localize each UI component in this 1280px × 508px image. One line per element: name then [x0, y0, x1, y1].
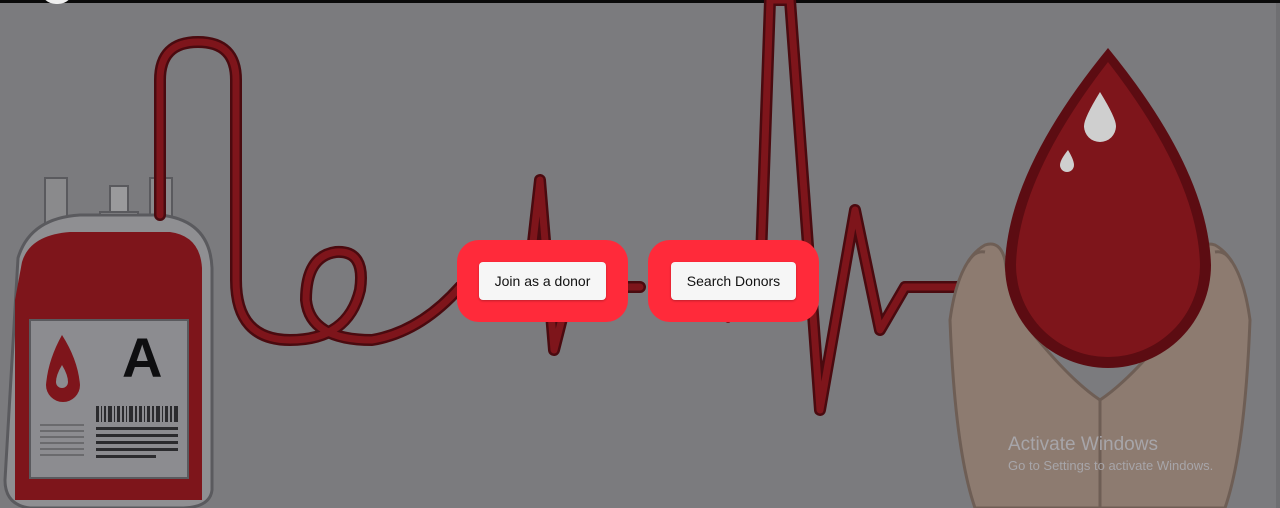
blood-drop-illustration	[1005, 48, 1211, 368]
heartbeat-line	[154, 0, 1016, 416]
hero-illustration	[3, 0, 1252, 508]
watermark-subtitle: Go to Settings to activate Windows.	[1008, 458, 1214, 473]
blood-bag-illustration	[3, 177, 214, 508]
join-donor-highlight: Join as a donor	[457, 240, 628, 322]
blood-group-label: A	[122, 326, 163, 389]
search-donors-highlight: Search Donors	[648, 240, 819, 322]
page-scrollbar[interactable]	[1276, 3, 1280, 508]
windows-activation-watermark: Activate Windows Go to Settings to activ…	[1008, 434, 1213, 475]
join-as-donor-button[interactable]: Join as a donor	[478, 262, 607, 300]
search-donors-button[interactable]: Search Donors	[670, 262, 797, 300]
watermark-title: Activate Windows	[1008, 434, 1158, 455]
